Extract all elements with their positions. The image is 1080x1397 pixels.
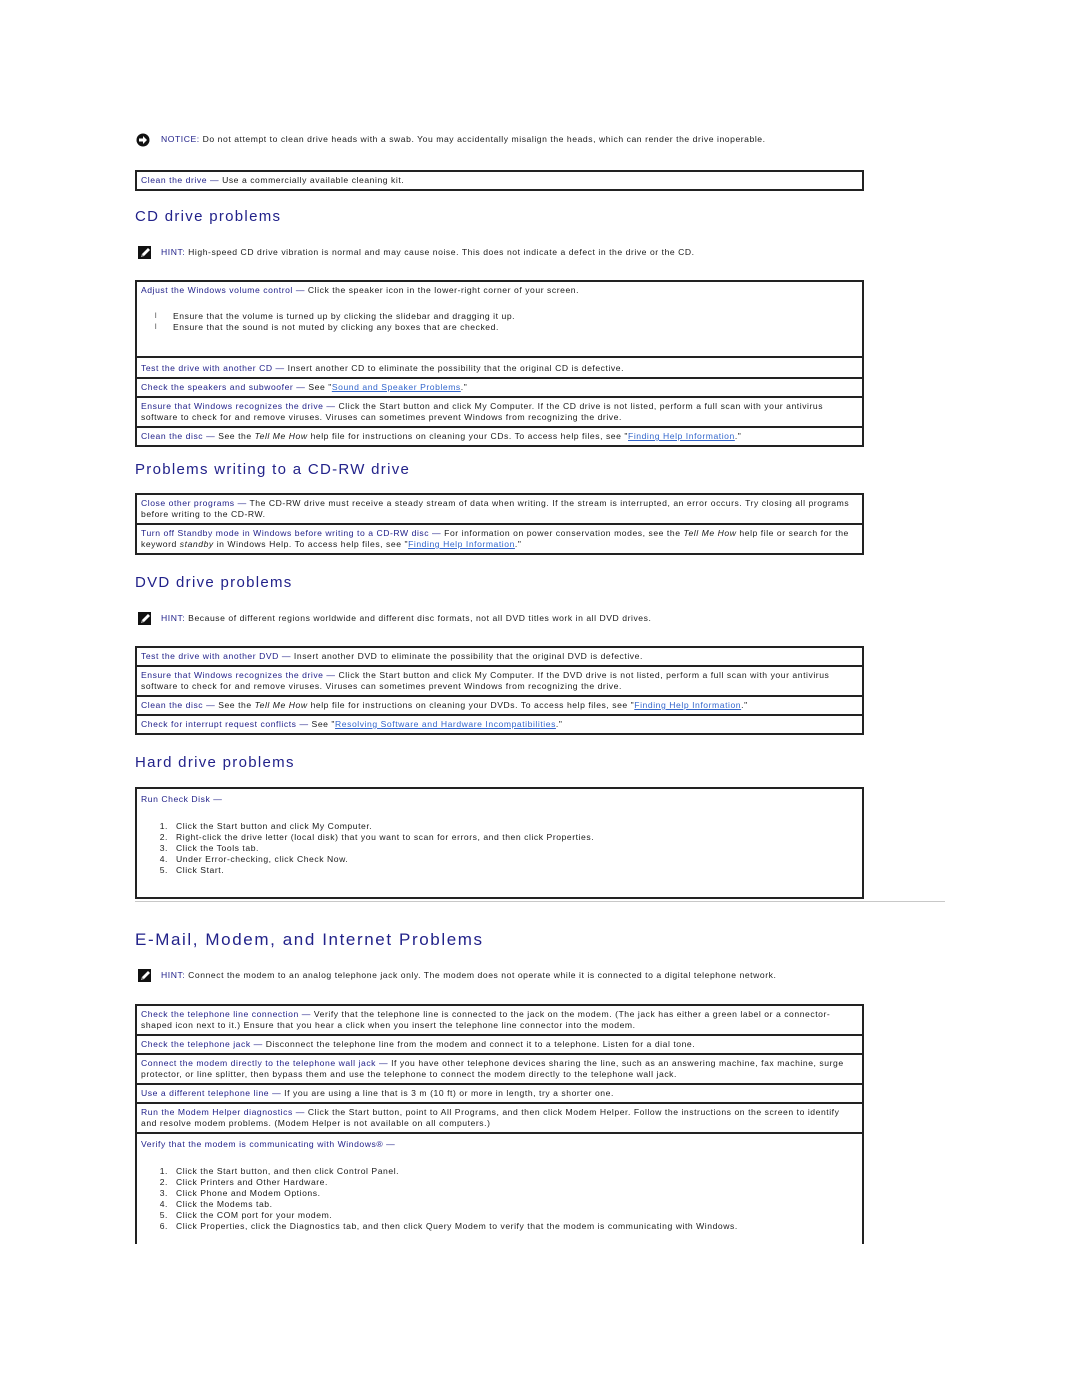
hint-callout: HINT: Because of different regions world… xyxy=(135,612,652,626)
table-row: Check the telephone jack — Disconnect th… xyxy=(136,1034,863,1054)
list-item: 5. Click Start. xyxy=(159,865,225,875)
table-row: Clean the drive — Use a commercially ava… xyxy=(136,171,863,190)
table-row: Check for interrupt request conflicts — … xyxy=(136,714,863,734)
dvd-problems-table: Test the drive with another DVD — Insert… xyxy=(135,646,864,735)
table-row: Check the telephone line connection — Ve… xyxy=(136,1005,863,1035)
list-item: 4. Under Error-checking, click Check Now. xyxy=(159,854,349,864)
row-term: Test the drive with another DVD — xyxy=(141,651,294,661)
row-term: Close other programs — xyxy=(141,498,250,508)
notice-arrow-icon xyxy=(136,133,150,147)
table-row: Use a different telephone line — If you … xyxy=(136,1083,863,1103)
hd-section-title: Hard drive problems xyxy=(135,754,295,771)
list-item: 3. Click Phone and Modem Options. xyxy=(159,1188,321,1198)
row-term: Clean the disc — xyxy=(141,431,219,441)
list-item: 2. Click Printers and Other Hardware. xyxy=(159,1177,328,1187)
list-item: 1. Click the Start button and click My Co… xyxy=(159,821,373,831)
table-row: Ensure that Windows recognizes the drive… xyxy=(136,396,863,427)
section-divider xyxy=(135,901,945,902)
row-term: Check for interrupt request conflicts — xyxy=(141,719,312,729)
cd-problems-table: Adjust the Windows volume control — Clic… xyxy=(135,280,864,447)
hint-text: Connect the modem to an analog telephone… xyxy=(185,970,777,980)
row-term: Check the telephone line connection — xyxy=(141,1009,314,1019)
notice-callout: NOTICE: Do not attempt to clean drive he… xyxy=(135,133,766,147)
dvd-section-title: DVD drive problems xyxy=(135,574,293,591)
notice-label: NOTICE: xyxy=(161,134,200,144)
hint-callout: HINT: High-speed CD drive vibration is n… xyxy=(135,246,695,260)
row-term: Adjust the Windows volume control — xyxy=(141,285,308,295)
table-row: Check the speakers and subwoofer — See "… xyxy=(136,377,863,397)
finding-help-information-link[interactable]: Finding Help Information xyxy=(408,539,515,549)
hint-text: Because of different regions worldwide a… xyxy=(185,613,652,623)
row-term: Use a different telephone line — xyxy=(141,1088,285,1098)
row-term: Check the telephone jack — xyxy=(141,1039,266,1049)
row-term: Ensure that Windows recognizes the drive… xyxy=(141,401,339,411)
list-item: 6. Click Properties, click the Diagnostic… xyxy=(159,1221,738,1231)
table-row: Run the Modem Helper diagnostics — Click… xyxy=(136,1102,863,1133)
list-item: 1. Click the Start button, and then click… xyxy=(159,1166,400,1176)
table-row: Ensure that Windows recognizes the drive… xyxy=(136,665,863,696)
steps-list: 1. Click the Start button and click My Co… xyxy=(141,821,858,876)
cdrw-section-title: Problems writing to a CD-RW drive xyxy=(135,461,411,478)
bullet-icon: l xyxy=(155,324,158,331)
email-section-title: E-Mail, Modem, and Internet Problems xyxy=(135,930,484,949)
hint-label: HINT: xyxy=(161,970,186,980)
list-item: l Ensure that the sound is not muted by c… xyxy=(155,322,499,332)
row-term: Verify that the modem is communicating w… xyxy=(141,1139,396,1149)
modem-problems-table: Check the telephone line connection — Ve… xyxy=(135,1004,864,1244)
list-item: 4. Click the Modems tab. xyxy=(159,1199,273,1209)
row-term: Check the speakers and subwoofer — xyxy=(141,382,309,392)
hint-pencil-icon xyxy=(138,612,151,625)
sound-speaker-problems-link[interactable]: Sound and Speaker Problems xyxy=(332,382,461,392)
row-term: Clean the disc — xyxy=(141,700,219,710)
row-text: If you are using a line that is 3 m (10 … xyxy=(284,1088,614,1098)
finding-help-information-link[interactable]: Finding Help Information xyxy=(628,431,735,441)
steps-list: 1. Click the Start button, and then click… xyxy=(141,1166,858,1232)
row-term: Ensure that Windows recognizes the drive… xyxy=(141,670,339,680)
finding-help-information-link[interactable]: Finding Help Information xyxy=(634,700,741,710)
row-term: Turn off Standby mode in Windows before … xyxy=(141,528,445,538)
hd-problems-table: Run Check Disk — 1. Click the Start butto… xyxy=(135,787,864,899)
table-row: Test the drive with another CD — Insert … xyxy=(136,356,863,378)
table-row: Adjust the Windows volume control — Clic… xyxy=(136,281,863,357)
hint-pencil-icon xyxy=(138,246,151,259)
row-text: Insert another DVD to eliminate the poss… xyxy=(293,651,643,661)
hint-text: High-speed CD drive vibration is normal … xyxy=(185,247,695,257)
bullet-list: l Ensure that the volume is turned up by … xyxy=(141,311,858,333)
hint-pencil-icon xyxy=(138,969,151,982)
hint-label: HINT: xyxy=(161,247,186,257)
table-row: Close other programs — The CD-RW drive m… xyxy=(136,494,863,524)
table-row: Test the drive with another DVD — Insert… xyxy=(136,647,863,666)
list-item: 2. Right-click the drive letter (local di… xyxy=(159,832,595,842)
row-term: Run the Modem Helper diagnostics — xyxy=(141,1107,308,1117)
row-term: Test the drive with another CD — xyxy=(141,363,288,373)
row-term: Clean the drive — xyxy=(141,175,223,185)
list-item: 3. Click the Tools tab. xyxy=(159,843,259,853)
bullet-icon: l xyxy=(155,313,158,320)
table-row: Connect the modem directly to the teleph… xyxy=(136,1053,863,1084)
cd-section-title: CD drive problems xyxy=(135,208,282,225)
table-row: Clean the disc — See the Tell Me How hel… xyxy=(136,426,863,446)
resolving-incompatibilities-link[interactable]: Resolving Software and Hardware Incompat… xyxy=(335,719,556,729)
row-text: Use a commercially available cleaning ki… xyxy=(222,175,405,185)
notice-text: Do not attempt to clean drive heads with… xyxy=(199,134,766,144)
clean-drive-table: Clean the drive — Use a commercially ava… xyxy=(135,170,864,191)
list-item: 5. Click the COM port for your modem. xyxy=(159,1210,333,1220)
table-row: Turn off Standby mode in Windows before … xyxy=(136,523,863,554)
table-row: Verify that the modem is communicating w… xyxy=(136,1132,863,1244)
table-row: Run Check Disk — 1. Click the Start butto… xyxy=(136,788,863,898)
hint-callout: HINT: Connect the modem to an analog tel… xyxy=(135,969,777,983)
row-term: Run Check Disk — xyxy=(141,794,223,804)
row-text: Click the speaker icon in the lower-righ… xyxy=(307,285,580,295)
row-term: Connect the modem directly to the teleph… xyxy=(141,1058,392,1068)
row-text: Insert another CD to eliminate the possi… xyxy=(287,363,625,373)
row-text: Disconnect the telephone line from the m… xyxy=(265,1039,696,1049)
list-item: l Ensure that the volume is turned up by … xyxy=(155,311,516,321)
hint-label: HINT: xyxy=(161,613,186,623)
table-row: Clean the disc — See the Tell Me How hel… xyxy=(136,695,863,715)
cdrw-problems-table: Close other programs — The CD-RW drive m… xyxy=(135,493,864,555)
